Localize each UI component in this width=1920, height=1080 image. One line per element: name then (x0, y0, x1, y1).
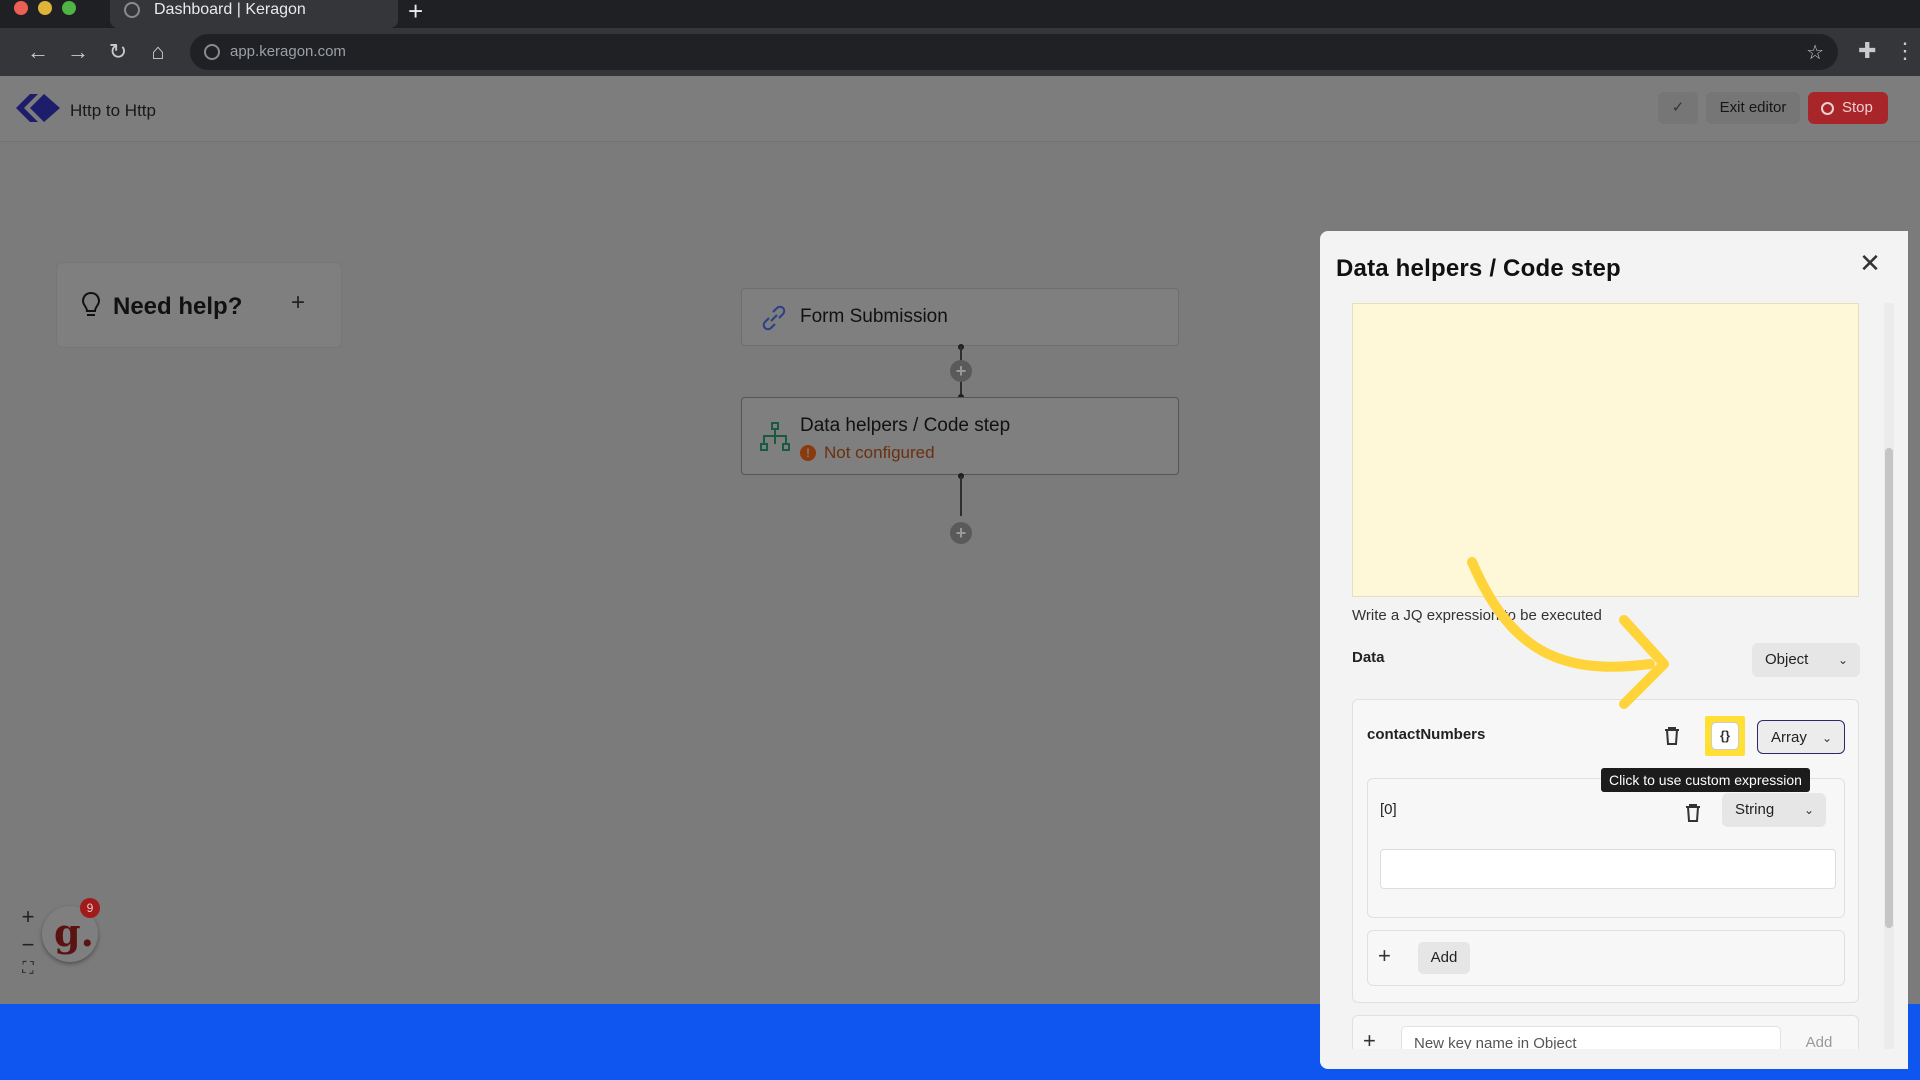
add-item-button[interactable]: Add (1418, 942, 1470, 974)
extensions-icon[interactable]: ✚ (1858, 38, 1876, 64)
braces-icon: {} (1711, 722, 1739, 750)
notification-badge: 9 (80, 898, 100, 918)
check-icon[interactable]: ✓ (1658, 92, 1698, 124)
link-icon (762, 305, 786, 331)
tab-title: Dashboard | Keragon (154, 1, 306, 18)
data-label: Data (1352, 649, 1385, 666)
node-title: Form Submission (800, 306, 948, 327)
exit-editor-button[interactable]: Exit editor (1706, 92, 1800, 124)
item-index-label: [0] (1380, 801, 1397, 818)
maximize-window-button[interactable] (62, 1, 76, 15)
field-contact-numbers: contactNumbers {} Array ⌄ [0] String ⌄ +… (1352, 699, 1859, 1003)
status-text: Not configured (824, 443, 935, 462)
close-icon[interactable]: ✕ (1856, 249, 1884, 277)
back-icon[interactable]: ← (24, 38, 52, 66)
node-title: Data helpers / Code step (800, 415, 1011, 436)
new-key-row: + Add (1352, 1015, 1859, 1049)
hierarchy-icon (760, 422, 790, 451)
browser-toolbar: ← → ↻ ⌂ app.keragon.com ☆ ✚ ⋮ (0, 28, 1920, 76)
home-icon[interactable]: ⌂ (144, 38, 172, 66)
app-root: Http to Http ✓ Exit editor Stop Need hel… (0, 76, 1920, 1069)
site-info-icon[interactable] (204, 44, 220, 60)
new-key-input[interactable] (1401, 1026, 1781, 1049)
browser-menu-icon[interactable]: ⋮ (1894, 38, 1916, 64)
form-submission-node[interactable]: Form Submission (741, 288, 1179, 346)
workflow-name: Http to Http (70, 101, 156, 120)
app-header: Http to Http ✓ Exit editor Stop (0, 76, 1920, 142)
browser-tab-bar: Dashboard | Keragon + (0, 0, 1920, 28)
zoom-out-icon[interactable]: − (16, 932, 40, 960)
minimize-window-button[interactable] (38, 1, 52, 15)
need-help-label: Need help? (113, 293, 243, 320)
item-type-select[interactable]: String ⌄ (1722, 793, 1826, 827)
field-name: contactNumbers (1367, 726, 1486, 743)
expand-help-icon[interactable]: + (291, 289, 305, 317)
stop-icon (1821, 102, 1834, 115)
zoom-controls: + − ⛶ (16, 904, 40, 988)
stop-button[interactable]: Stop (1808, 92, 1888, 124)
lightbulb-icon (81, 291, 101, 316)
url-text: app.keragon.com (230, 43, 346, 60)
bookmark-star-icon[interactable]: ☆ (1806, 40, 1824, 65)
add-step-button[interactable]: + (950, 522, 972, 544)
globe-icon (124, 2, 140, 18)
add-step-button[interactable]: + (950, 360, 972, 382)
code-step-node[interactable]: Data helpers / Code step ! Not configured (741, 397, 1179, 475)
reload-icon[interactable]: ↻ (104, 38, 132, 66)
chevron-down-icon: ⌄ (1821, 731, 1832, 745)
panel-title: Data helpers / Code step (1336, 255, 1621, 282)
guide-widget[interactable]: g. 9 (42, 898, 100, 962)
plus-icon: + (1363, 1028, 1376, 1049)
custom-expression-button[interactable]: {} (1705, 716, 1745, 756)
close-window-button[interactable] (14, 1, 28, 15)
need-help-card[interactable]: Need help? + (56, 262, 342, 348)
panel-scrollbar[interactable] (1884, 303, 1894, 1049)
connector-line (960, 476, 962, 516)
scrollbar-thumb[interactable] (1885, 448, 1893, 928)
warning-icon: ! (800, 445, 816, 461)
add-key-button[interactable]: Add (1793, 1026, 1845, 1049)
node-status: ! Not configured (800, 443, 935, 463)
item-value-input[interactable] (1380, 849, 1836, 889)
custom-expression-tooltip: Click to use custom expression (1601, 768, 1810, 792)
plus-icon: + (1378, 943, 1391, 968)
new-tab-button[interactable]: + (408, 0, 423, 27)
trash-icon[interactable] (1663, 726, 1681, 746)
field-type-select[interactable]: Array ⌄ (1757, 720, 1845, 754)
chevron-down-icon: ⌄ (1837, 653, 1848, 667)
jq-code-editor[interactable] (1352, 303, 1859, 597)
field-type-value: Array (1771, 729, 1807, 746)
stop-label: Stop (1842, 99, 1873, 116)
trash-icon[interactable] (1684, 803, 1702, 823)
forward-icon[interactable]: → (64, 38, 92, 66)
panel-content[interactable]: Write a JQ expression to be executed Dat… (1332, 303, 1884, 1049)
editor-helper-text: Write a JQ expression to be executed (1352, 607, 1602, 624)
add-item-row: + Add (1367, 930, 1845, 986)
browser-tab[interactable]: Dashboard | Keragon (110, 0, 398, 28)
fit-view-icon[interactable]: ⛶ (16, 960, 40, 988)
keragon-logo[interactable] (16, 92, 62, 124)
address-bar[interactable]: app.keragon.com ☆ (190, 34, 1838, 70)
data-type-select[interactable]: Object ⌄ (1752, 643, 1860, 677)
zoom-in-icon[interactable]: + (16, 904, 40, 932)
data-type-value: Object (1765, 651, 1809, 668)
array-item: [0] String ⌄ (1367, 778, 1845, 918)
chevron-down-icon: ⌄ (1803, 803, 1814, 817)
item-type-value: String (1735, 801, 1775, 818)
step-config-panel: Data helpers / Code step ✕ Write a JQ ex… (1320, 231, 1908, 1069)
